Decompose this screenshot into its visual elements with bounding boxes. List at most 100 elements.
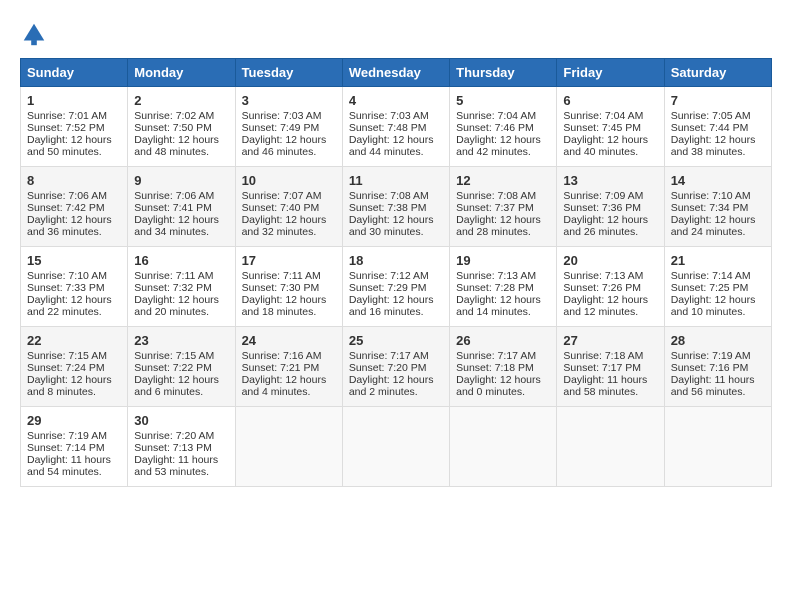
- cell-3-4: 18Sunrise: 7:12 AMSunset: 7:29 PMDayligh…: [342, 247, 449, 327]
- day-info-line: and 54 minutes.: [27, 466, 121, 478]
- day-info-line: Daylight: 12 hours: [349, 134, 443, 146]
- col-header-saturday: Saturday: [664, 59, 771, 87]
- day-info-line: and 30 minutes.: [349, 226, 443, 238]
- cell-2-4: 11Sunrise: 7:08 AMSunset: 7:38 PMDayligh…: [342, 167, 449, 247]
- day-info-line: Sunrise: 7:13 AM: [563, 270, 657, 282]
- cell-1-5: 5Sunrise: 7:04 AMSunset: 7:46 PMDaylight…: [450, 87, 557, 167]
- day-info-line: Sunrise: 7:16 AM: [242, 350, 336, 362]
- day-info-line: Sunrise: 7:19 AM: [27, 430, 121, 442]
- cell-2-2: 9Sunrise: 7:06 AMSunset: 7:41 PMDaylight…: [128, 167, 235, 247]
- day-info-line: Sunset: 7:28 PM: [456, 282, 550, 294]
- cell-3-1: 15Sunrise: 7:10 AMSunset: 7:33 PMDayligh…: [21, 247, 128, 327]
- day-info-line: and 24 minutes.: [671, 226, 765, 238]
- col-header-wednesday: Wednesday: [342, 59, 449, 87]
- col-header-tuesday: Tuesday: [235, 59, 342, 87]
- day-info-line: Sunset: 7:21 PM: [242, 362, 336, 374]
- day-info-line: Sunset: 7:24 PM: [27, 362, 121, 374]
- day-number: 7: [671, 93, 765, 108]
- day-info-line: Sunset: 7:34 PM: [671, 202, 765, 214]
- cell-1-4: 4Sunrise: 7:03 AMSunset: 7:48 PMDaylight…: [342, 87, 449, 167]
- cell-5-2: 30Sunrise: 7:20 AMSunset: 7:13 PMDayligh…: [128, 407, 235, 487]
- day-info-line: Sunrise: 7:04 AM: [456, 110, 550, 122]
- day-info-line: Daylight: 12 hours: [456, 374, 550, 386]
- day-info-line: Sunrise: 7:18 AM: [563, 350, 657, 362]
- day-info-line: Daylight: 12 hours: [242, 134, 336, 146]
- cell-2-5: 12Sunrise: 7:08 AMSunset: 7:37 PMDayligh…: [450, 167, 557, 247]
- day-info-line: and 28 minutes.: [456, 226, 550, 238]
- day-number: 28: [671, 333, 765, 348]
- day-info-line: Sunrise: 7:13 AM: [456, 270, 550, 282]
- cell-4-1: 22Sunrise: 7:15 AMSunset: 7:24 PMDayligh…: [21, 327, 128, 407]
- day-number: 9: [134, 173, 228, 188]
- day-info-line: Sunset: 7:17 PM: [563, 362, 657, 374]
- day-number: 20: [563, 253, 657, 268]
- day-info-line: and 26 minutes.: [563, 226, 657, 238]
- day-info-line: Daylight: 12 hours: [134, 134, 228, 146]
- day-info-line: Daylight: 12 hours: [27, 214, 121, 226]
- day-info-line: Sunset: 7:26 PM: [563, 282, 657, 294]
- cell-5-1: 29Sunrise: 7:19 AMSunset: 7:14 PMDayligh…: [21, 407, 128, 487]
- cell-3-5: 19Sunrise: 7:13 AMSunset: 7:28 PMDayligh…: [450, 247, 557, 327]
- day-info-line: Sunrise: 7:01 AM: [27, 110, 121, 122]
- day-info-line: Sunset: 7:52 PM: [27, 122, 121, 134]
- cell-4-5: 26Sunrise: 7:17 AMSunset: 7:18 PMDayligh…: [450, 327, 557, 407]
- day-info-line: Sunset: 7:22 PM: [134, 362, 228, 374]
- day-info-line: Sunset: 7:37 PM: [456, 202, 550, 214]
- cell-1-1: 1Sunrise: 7:01 AMSunset: 7:52 PMDaylight…: [21, 87, 128, 167]
- day-info-line: Daylight: 12 hours: [671, 294, 765, 306]
- day-info-line: Daylight: 12 hours: [563, 134, 657, 146]
- day-info-line: Daylight: 12 hours: [242, 374, 336, 386]
- day-info-line: Sunset: 7:48 PM: [349, 122, 443, 134]
- week-row-1: 1Sunrise: 7:01 AMSunset: 7:52 PMDaylight…: [21, 87, 772, 167]
- day-info-line: Sunset: 7:38 PM: [349, 202, 443, 214]
- day-number: 2: [134, 93, 228, 108]
- day-number: 19: [456, 253, 550, 268]
- cell-3-2: 16Sunrise: 7:11 AMSunset: 7:32 PMDayligh…: [128, 247, 235, 327]
- day-number: 8: [27, 173, 121, 188]
- day-number: 14: [671, 173, 765, 188]
- day-info-line: Sunrise: 7:10 AM: [27, 270, 121, 282]
- cell-2-1: 8Sunrise: 7:06 AMSunset: 7:42 PMDaylight…: [21, 167, 128, 247]
- day-info-line: Sunrise: 7:10 AM: [671, 190, 765, 202]
- day-number: 17: [242, 253, 336, 268]
- cell-5-7: [664, 407, 771, 487]
- day-info-line: and 58 minutes.: [563, 386, 657, 398]
- col-header-monday: Monday: [128, 59, 235, 87]
- day-info-line: and 16 minutes.: [349, 306, 443, 318]
- logo: [20, 20, 52, 48]
- day-number: 18: [349, 253, 443, 268]
- day-info-line: Sunset: 7:46 PM: [456, 122, 550, 134]
- day-info-line: Sunrise: 7:15 AM: [27, 350, 121, 362]
- day-info-line: and 12 minutes.: [563, 306, 657, 318]
- day-info-line: Sunset: 7:45 PM: [563, 122, 657, 134]
- day-info-line: Daylight: 12 hours: [134, 214, 228, 226]
- day-info-line: Sunset: 7:16 PM: [671, 362, 765, 374]
- day-number: 16: [134, 253, 228, 268]
- day-info-line: and 32 minutes.: [242, 226, 336, 238]
- week-row-2: 8Sunrise: 7:06 AMSunset: 7:42 PMDaylight…: [21, 167, 772, 247]
- cell-3-7: 21Sunrise: 7:14 AMSunset: 7:25 PMDayligh…: [664, 247, 771, 327]
- week-row-4: 22Sunrise: 7:15 AMSunset: 7:24 PMDayligh…: [21, 327, 772, 407]
- day-info-line: Daylight: 12 hours: [349, 214, 443, 226]
- day-info-line: Sunrise: 7:17 AM: [456, 350, 550, 362]
- cell-1-7: 7Sunrise: 7:05 AMSunset: 7:44 PMDaylight…: [664, 87, 771, 167]
- day-info-line: Sunrise: 7:05 AM: [671, 110, 765, 122]
- day-info-line: and 14 minutes.: [456, 306, 550, 318]
- day-info-line: and 20 minutes.: [134, 306, 228, 318]
- day-number: 13: [563, 173, 657, 188]
- cell-5-6: [557, 407, 664, 487]
- day-info-line: Sunset: 7:18 PM: [456, 362, 550, 374]
- day-info-line: and 34 minutes.: [134, 226, 228, 238]
- day-info-line: and 6 minutes.: [134, 386, 228, 398]
- day-number: 24: [242, 333, 336, 348]
- day-number: 6: [563, 93, 657, 108]
- day-info-line: Sunset: 7:44 PM: [671, 122, 765, 134]
- day-info-line: Sunset: 7:32 PM: [134, 282, 228, 294]
- day-number: 23: [134, 333, 228, 348]
- day-info-line: Daylight: 12 hours: [456, 214, 550, 226]
- cell-5-3: [235, 407, 342, 487]
- day-info-line: Daylight: 12 hours: [456, 134, 550, 146]
- day-info-line: and 50 minutes.: [27, 146, 121, 158]
- cell-4-4: 25Sunrise: 7:17 AMSunset: 7:20 PMDayligh…: [342, 327, 449, 407]
- day-info-line: Sunrise: 7:14 AM: [671, 270, 765, 282]
